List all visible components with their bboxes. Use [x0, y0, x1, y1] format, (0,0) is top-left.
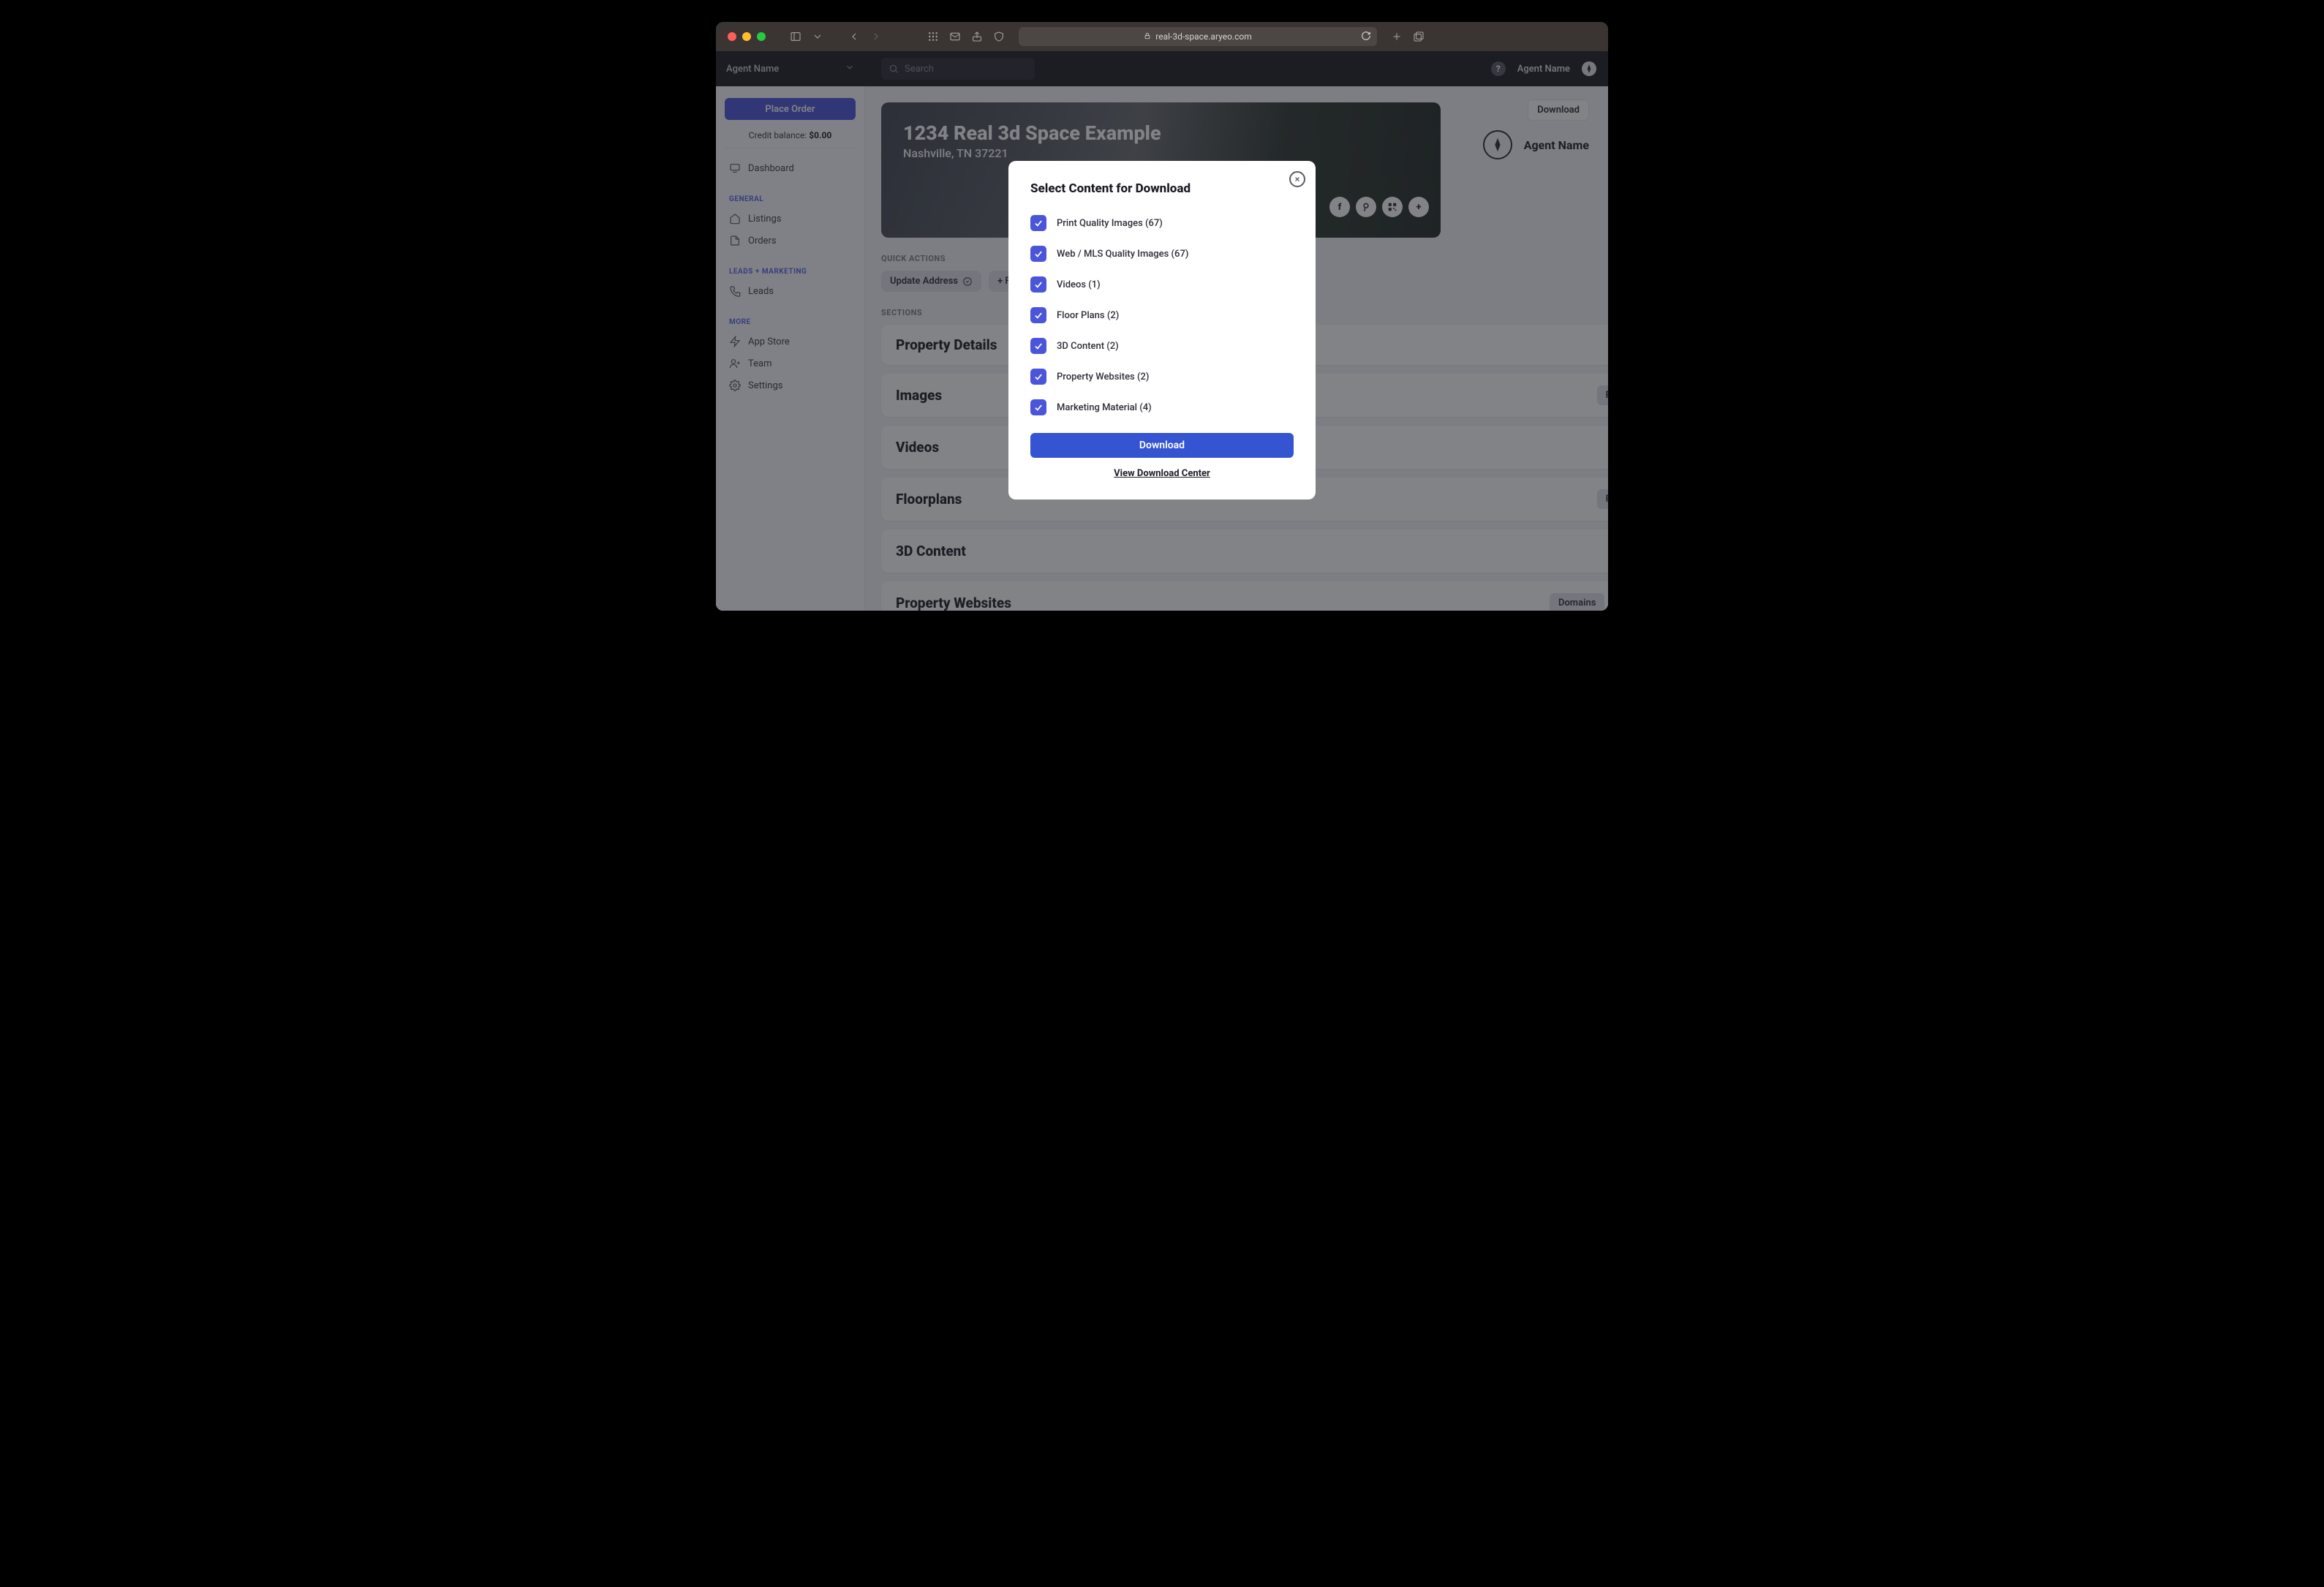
checkbox-row: Marketing Material (4) [1030, 392, 1294, 423]
window-controls [728, 32, 766, 41]
checkbox[interactable] [1030, 369, 1046, 385]
checkbox-row: Videos (1) [1030, 269, 1294, 300]
close-window-button[interactable] [728, 32, 736, 41]
maximize-window-button[interactable] [757, 32, 766, 41]
app-root: Agent Name Search ? Agent Name Place Ord… [716, 51, 1608, 611]
minimize-window-button[interactable] [742, 32, 751, 41]
checkbox[interactable] [1030, 246, 1046, 262]
new-tab-icon[interactable] [1390, 30, 1403, 43]
share-icon[interactable] [970, 30, 984, 43]
lock-icon [1144, 31, 1151, 42]
view-download-center-link[interactable]: View Download Center [1030, 468, 1294, 479]
close-icon[interactable] [1289, 171, 1305, 187]
modal-title: Select Content for Download [1030, 181, 1294, 196]
forward-icon[interactable] [869, 30, 883, 43]
modal-download-button[interactable]: Download [1030, 433, 1294, 458]
checkbox[interactable] [1030, 307, 1046, 323]
checkbox-row: Floor Plans (2) [1030, 300, 1294, 331]
checkbox-label: Videos (1) [1057, 279, 1101, 290]
mail-icon[interactable] [948, 30, 962, 43]
download-modal: Select Content for Download Print Qualit… [1008, 161, 1316, 500]
checkbox-row: Web / MLS Quality Images (67) [1030, 238, 1294, 269]
browser-toolbar: real-3d-space.aryeo.com [716, 22, 1608, 51]
checkbox-label: Property Websites (2) [1057, 372, 1149, 382]
checkbox[interactable] [1030, 215, 1046, 231]
checkbox-row: Print Quality Images (67) [1030, 208, 1294, 238]
refresh-icon[interactable] [1361, 31, 1371, 43]
sidebar-toggle-icon[interactable] [789, 30, 802, 43]
grid-icon[interactable] [927, 30, 940, 43]
checkbox-label: Marketing Material (4) [1057, 402, 1152, 413]
checkbox-label: Floor Plans (2) [1057, 310, 1119, 321]
shield-icon[interactable] [992, 30, 1006, 43]
checkbox-row: Property Websites (2) [1030, 361, 1294, 392]
address-bar[interactable]: real-3d-space.aryeo.com [1019, 27, 1377, 46]
checkbox-label: 3D Content (2) [1057, 341, 1119, 352]
modal-overlay[interactable]: Select Content for Download Print Qualit… [716, 51, 1608, 611]
back-icon[interactable] [848, 30, 861, 43]
tabs-icon[interactable] [1412, 30, 1425, 43]
checkbox[interactable] [1030, 338, 1046, 354]
chevron-down-icon[interactable] [811, 30, 824, 43]
address-text: real-3d-space.aryeo.com [1155, 31, 1252, 42]
checkbox-row: 3D Content (2) [1030, 331, 1294, 361]
checkbox-label: Print Quality Images (67) [1057, 218, 1163, 229]
checkbox[interactable] [1030, 276, 1046, 293]
checkbox[interactable] [1030, 399, 1046, 415]
checkbox-label: Web / MLS Quality Images (67) [1057, 249, 1188, 260]
browser-window: real-3d-space.aryeo.com Agent Name Searc… [716, 22, 1608, 611]
